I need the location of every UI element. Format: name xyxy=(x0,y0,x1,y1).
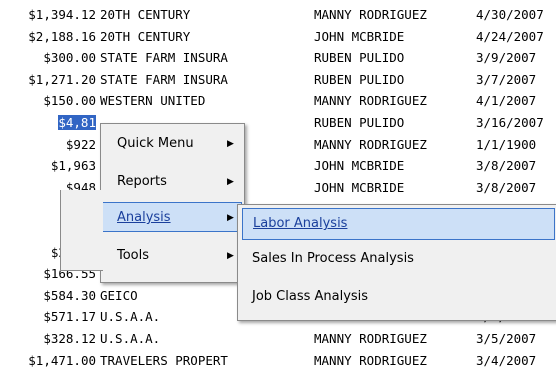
chevron-right-icon: ▶ xyxy=(227,139,234,149)
chevron-right-icon: ▶ xyxy=(227,251,234,261)
amount-cell: $1,271.20 xyxy=(28,71,96,87)
employee-cell: MANNY RODRIGUEZ xyxy=(314,331,427,346)
employee-cell: MANNY RODRIGUEZ xyxy=(314,352,427,368)
employee-cell: RUBEN PULIDO xyxy=(314,71,405,87)
amount-cell: $1,394.12 xyxy=(28,7,96,22)
employee-cell: RUBEN PULIDO xyxy=(314,50,405,66)
amount-cell: $150.00 xyxy=(43,93,96,109)
context-menu: Quick Menu ▶ Reports ▶ Analysis ▶ Tools … xyxy=(63,123,245,283)
table-row[interactable]: $300.00 STATE FARM INSURA RUBEN PULIDO 3/9/… xyxy=(0,49,556,67)
table-row[interactable]: $922RO'MANNY RODRIGUEZ1/1/1900 xyxy=(0,136,556,154)
menu-item-quick-menu-label: Quick Menu xyxy=(117,136,194,151)
date-cell: 1/1/1900 xyxy=(476,136,537,152)
menu-item-quick-menu[interactable]: Quick Menu ▶ xyxy=(101,129,242,159)
submenu-item-labor-analysis[interactable]: Labor Analysis xyxy=(242,208,555,240)
employee-cell: JOHN MCBRIDE xyxy=(314,28,405,44)
date-cell: 4/30/2007 xyxy=(476,7,544,22)
table-row[interactable]: $1,963ANCJOHN MCBRIDE3/8/2007 xyxy=(0,157,556,175)
insurance-cell: STATE FARM INSURA xyxy=(100,50,228,66)
date-cell: 3/9/2007 xyxy=(476,50,537,66)
table-row[interactable]: $1,394.12 20TH CENTURY MANNY RODRIGUEZ 4/30… xyxy=(0,6,556,24)
menu-item-tools[interactable]: Tools ▶ xyxy=(101,241,242,271)
amount-cell: $2,188.16 xyxy=(28,28,96,44)
table-row[interactable]: $1,471.00 TRAVELERS PROPERT MANNY RODRIGUE… xyxy=(0,352,556,370)
submenu-item-sales-in-process-label: Sales In Process Analysis xyxy=(252,251,414,266)
analysis-submenu: Labor Analysis Sales In Process Analysis… xyxy=(237,204,556,321)
context-menu-left-edge xyxy=(60,190,103,271)
date-cell: 3/4/2007 xyxy=(476,352,537,368)
employee-cell: MANNY RODRIGUEZ xyxy=(314,7,427,22)
amount-cell: $328.12 xyxy=(43,331,96,346)
date-cell: 3/7/2007 xyxy=(476,71,537,87)
amount-cell: $584.30 xyxy=(43,287,96,303)
date-cell: 3/16/2007 xyxy=(476,115,544,130)
insurance-cell: 20TH CENTURY xyxy=(100,7,191,22)
menu-item-reports[interactable]: Reports ▶ xyxy=(101,167,242,197)
table-row[interactable]: $1,271.20 STATE FARM INSURA RUBEN PULIDO 3/… xyxy=(0,71,556,89)
amount-cell: $1,963 xyxy=(50,158,96,174)
menu-item-analysis-label: Analysis xyxy=(117,210,171,225)
submenu-item-labor-analysis-label: Labor Analysis xyxy=(253,216,348,231)
employee-cell: JOHN MCBRIDE xyxy=(314,179,405,195)
submenu-item-job-class-analysis-label: Job Class Analysis xyxy=(252,289,369,304)
date-cell: 4/24/2007 xyxy=(476,28,544,44)
menu-item-tools-label: Tools xyxy=(117,248,150,263)
employee-cell: MANNY RODRIGUEZ xyxy=(314,136,427,152)
table-row[interactable]: $4,81 RUBEN PULIDO 3/16/2007 xyxy=(0,114,556,132)
amount-cell: $1,471.00 xyxy=(28,352,96,368)
employee-cell: JOHN MCBRIDE xyxy=(314,158,405,174)
insurance-cell: WESTERN UNITED xyxy=(100,93,206,109)
amount-cell: $571.17 xyxy=(43,309,96,325)
table-row[interactable]: $150.00 WESTERN UNITED MANNY RODRIGUEZ 4/1/… xyxy=(0,92,556,110)
chevron-right-icon: ▶ xyxy=(227,177,234,187)
amount-cell: $922 xyxy=(65,136,96,152)
amount-cell: $300.00 xyxy=(43,50,96,66)
amount-cell: $4,81 xyxy=(58,115,96,130)
insurance-cell: 20TH CENTURY xyxy=(100,28,191,44)
date-cell: 3/8/2007 xyxy=(476,158,537,174)
submenu-item-job-class-analysis[interactable]: Job Class Analysis xyxy=(242,282,555,312)
employee-cell: RUBEN PULIDO xyxy=(314,115,405,130)
insurance-cell: U.S.A.A. xyxy=(100,331,161,346)
date-cell: 4/1/2007 xyxy=(476,93,537,109)
date-cell: 3/5/2007 xyxy=(476,331,537,346)
insurance-cell: STATE FARM INSURA xyxy=(100,71,228,87)
chevron-right-icon: ▶ xyxy=(227,213,234,223)
date-cell: 3/8/2007 xyxy=(476,179,537,195)
table-row[interactable]: $328.12 U.S.A.A. MANNY RODRIGUEZ 3/5/2007 xyxy=(0,330,556,348)
submenu-item-sales-in-process[interactable]: Sales In Process Analysis xyxy=(242,244,555,274)
table-row[interactable]: $2,188.16 20TH CENTURY JOHN MCBRIDE 4/24/20… xyxy=(0,28,556,46)
insurance-cell: TRAVELERS PROPERT xyxy=(100,352,228,368)
menu-item-reports-label: Reports xyxy=(117,174,167,189)
employee-cell: MANNY RODRIGUEZ xyxy=(314,93,427,109)
